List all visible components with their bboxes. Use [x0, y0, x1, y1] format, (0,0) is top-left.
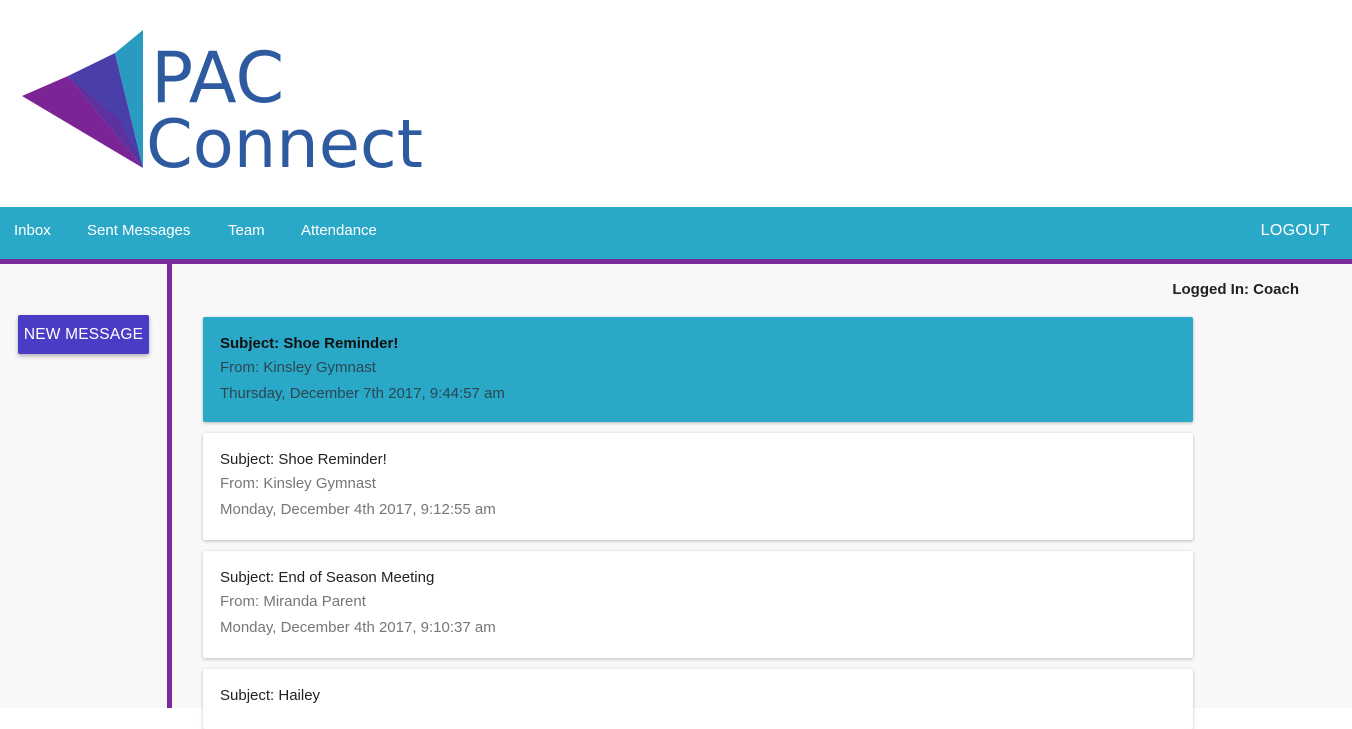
pac-connect-logo: PAC Connect: [22, 30, 423, 173]
message-from: From: Kinsley Gymnast: [220, 359, 376, 376]
sidebar-divider: [167, 264, 172, 708]
main-content: NEW MESSAGE Logged In: Coach Subject: Sh…: [0, 264, 1352, 729]
logged-in-status: Logged In: Coach: [1172, 281, 1299, 298]
message-subject: Subject: End of Season Meeting: [220, 569, 435, 586]
message-card[interactable]: Subject: Shoe Reminder! From: Kinsley Gy…: [203, 433, 1193, 540]
message-subject: Subject: Shoe Reminder!: [220, 335, 399, 352]
nav-team[interactable]: Team: [228, 207, 265, 259]
message-date: Monday, December 4th 2017, 9:12:55 am: [220, 501, 496, 518]
message-card[interactable]: Subject: End of Season Meeting From: Mir…: [203, 551, 1193, 658]
header: PAC Connect: [0, 0, 1352, 207]
logout-button[interactable]: LOGOUT: [1261, 207, 1330, 259]
message-subject: Subject: Hailey: [220, 687, 321, 704]
message-date: Thursday, December 7th 2017, 9:44:57 am: [220, 385, 505, 402]
nav-attendance[interactable]: Attendance: [301, 207, 377, 259]
nav-sent-messages[interactable]: Sent Messages: [87, 207, 190, 259]
nav-inbox[interactable]: Inbox: [14, 207, 51, 259]
message-date: Monday, December 4th 2017, 9:10:37 am: [220, 619, 496, 636]
logo-line2: Connect: [146, 105, 423, 173]
message-card[interactable]: Subject: Shoe Reminder! From: Kinsley Gy…: [203, 317, 1193, 422]
top-navbar: Inbox Sent Messages Team Attendance LOGO…: [0, 207, 1352, 259]
message-card[interactable]: Subject: Hailey: [203, 669, 1193, 729]
message-from: From: Kinsley Gymnast: [220, 475, 376, 492]
message-subject: Subject: Shoe Reminder!: [220, 451, 387, 468]
message-from: From: Miranda Parent: [220, 593, 366, 610]
new-message-button[interactable]: NEW MESSAGE: [18, 315, 149, 354]
